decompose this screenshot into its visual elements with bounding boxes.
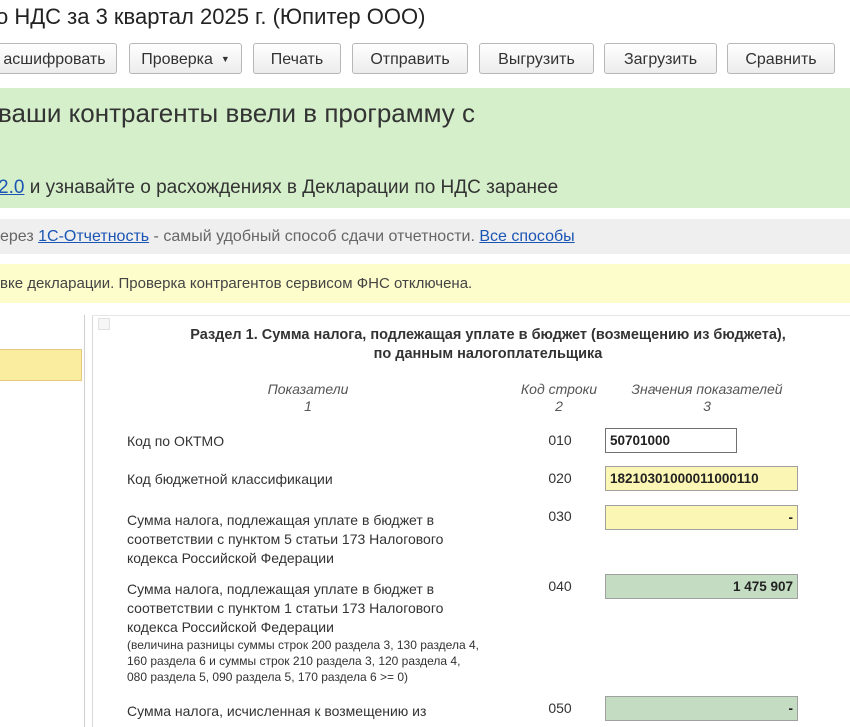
print-button[interactable]: Печать <box>253 43 341 74</box>
warning-text: вке декларации. Проверка контрагентов се… <box>0 275 473 292</box>
send-button-label: Отправить <box>370 51 450 68</box>
caret-down-icon: ▼ <box>220 54 230 65</box>
column-header-indicators: Показатели 1 <box>230 381 386 415</box>
oktmo-field[interactable]: 50701000 <box>605 428 737 453</box>
tax-030-field[interactable]: - <box>605 505 798 530</box>
tax-040-field[interactable]: 1 475 907 <box>605 574 798 599</box>
section-title-line1: Раздел 1. Сумма налога, подлежащая уплат… <box>190 327 786 343</box>
tax-050-field[interactable]: - <box>605 696 798 721</box>
column-code-name: Код строки <box>520 381 598 397</box>
window-title: о НДС за 3 квартал 2025 г. (Юпитер ООО) <box>0 4 426 29</box>
export-button-label: Выгрузить <box>498 51 575 68</box>
print-button-label: Печать <box>270 51 324 68</box>
reporting-banner: ерез 1С-Отчетность - самый удобный спосо… <box>0 219 850 254</box>
column-header-line-code: Код строки 2 <box>509 381 609 415</box>
form-corner-marker <box>98 318 110 330</box>
reporting-prefix: ерез <box>0 228 39 245</box>
row-040-label-line1: Сумма налога, подлежащая уплате в бюджет… <box>127 581 435 597</box>
row-040-note-line3: 080 раздела 5, 090 раздела 5, 170 раздел… <box>127 670 408 684</box>
column-header-values: Значения показателей 3 <box>612 381 802 415</box>
column-indicators-name: Показатели <box>267 381 349 397</box>
row-050-label-line1: Сумма налога, исчисленная к возмещению и… <box>127 703 427 719</box>
import-button-label: Загрузить <box>623 51 698 68</box>
compare-button-label: Сравнить <box>745 51 817 68</box>
column-values-number: 3 <box>703 398 711 414</box>
promo-heading: ваши контрагенты ввели в программу с <box>0 98 476 128</box>
import-button[interactable]: Загрузить <box>604 43 717 74</box>
all-methods-link[interactable]: Все способы <box>479 228 574 245</box>
row-020-label: Код бюджетной классификации <box>127 471 333 487</box>
column-code-number: 2 <box>555 398 563 414</box>
promo-subline: 2.0 и узнавайте о расхождениях в Деклара… <box>0 177 558 199</box>
reporting-middle-text: - самый удобный способ сдачи отчетности. <box>149 228 480 245</box>
export-button[interactable]: Выгрузить <box>479 43 594 74</box>
row-040-label-line2: соответствии с пунктом 1 статьи 173 Нало… <box>127 600 444 616</box>
row-040-code: 040 <box>548 578 572 594</box>
row-030-code: 030 <box>548 508 572 524</box>
panel-divider <box>92 315 93 727</box>
check-dropdown-button[interactable]: Проверка ▼ <box>129 43 242 74</box>
column-indicators-number: 1 <box>304 398 312 414</box>
row-010-code: 010 <box>548 432 572 448</box>
column-values-name: Значения показателей <box>631 381 783 397</box>
row-040-label: Сумма налога, подлежащая уплате в бюджет… <box>127 580 479 685</box>
selected-section-item[interactable] <box>0 349 82 381</box>
decode-button-label: асшифровать <box>3 51 106 68</box>
row-030-label-line2: соответствии с пунктом 5 статьи 173 Нало… <box>127 531 444 547</box>
send-button[interactable]: Отправить <box>352 43 468 74</box>
section-title-line2: по данным налогоплательщика <box>373 346 603 362</box>
row-050-code: 050 <box>548 700 572 716</box>
row-040-note-line1: (величина разницы суммы строк 200 раздел… <box>127 638 479 652</box>
form-top-border <box>92 315 850 316</box>
row-030-label-line1: Сумма налога, подлежащая уплате в бюджет… <box>127 512 435 528</box>
decode-button[interactable]: асшифровать <box>0 43 117 74</box>
promo-link[interactable]: 2.0 <box>0 177 24 198</box>
row-020-code: 020 <box>548 470 572 486</box>
row-030-label-line3: кодекса Российской Федерации <box>127 550 334 566</box>
promo-banner: ваши контрагенты ввели в программу с 2.0… <box>0 88 850 208</box>
section-title: Раздел 1. Сумма налога, подлежащая уплат… <box>130 326 846 364</box>
compare-button[interactable]: Сравнить <box>727 43 835 74</box>
kbk-field[interactable]: 18210301000011000110 <box>605 466 798 491</box>
warning-banner: вке декларации. Проверка контрагентов се… <box>0 264 850 303</box>
row-040-note-line2: 160 раздела 6 и суммы строк 210 раздела … <box>127 654 461 668</box>
check-button-label: Проверка <box>141 51 213 68</box>
promo-subline-text: и узнавайте о расхождениях в Декларации … <box>24 177 559 198</box>
row-010-label: Код по ОКТМО <box>127 433 225 449</box>
row-050-label: Сумма налога, исчисленная к возмещению и… <box>127 702 426 721</box>
row-040-label-line3: кодекса Российской Федерации <box>127 619 334 635</box>
row-030-label: Сумма налога, подлежащая уплате в бюджет… <box>127 511 443 568</box>
sections-panel <box>0 315 85 727</box>
1c-reporting-link[interactable]: 1С-Отчетность <box>38 228 149 245</box>
